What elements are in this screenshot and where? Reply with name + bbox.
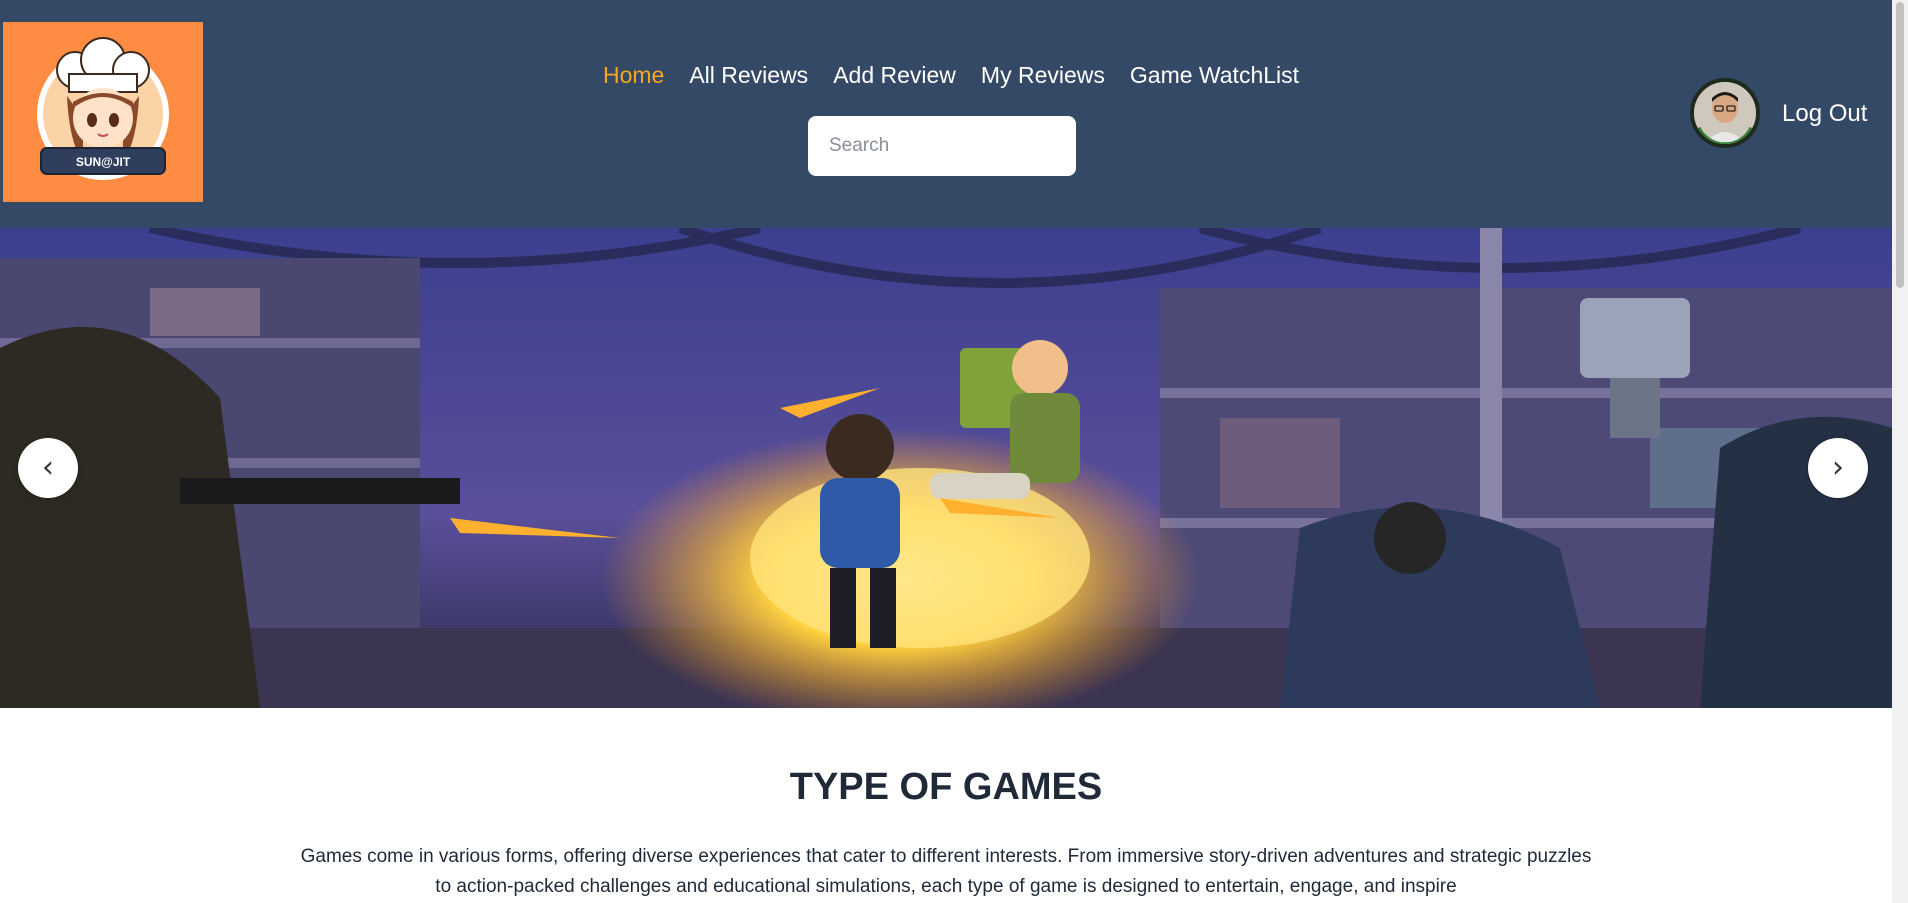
carousel-next-button[interactable]: › <box>1808 438 1868 498</box>
svg-text:SUN@JIT: SUN@JIT <box>76 155 131 169</box>
page-scrollbar[interactable] <box>1892 0 1908 903</box>
site-logo[interactable]: SUN@JIT <box>3 22 203 202</box>
scrollbar-thumb[interactable] <box>1896 2 1904 288</box>
main-nav: Home All Reviews Add Review My Reviews G… <box>0 62 1892 89</box>
nav-home-link[interactable]: Home <box>603 62 664 89</box>
carousel-prev-button[interactable]: ‹ <box>18 438 78 498</box>
site-header: SUN@JIT Home All Reviews Add Review My R… <box>0 0 1892 228</box>
user-avatar[interactable] <box>1690 78 1760 148</box>
nav-my-reviews-link[interactable]: My Reviews <box>981 62 1105 89</box>
logout-button[interactable]: Log Out <box>1782 100 1867 128</box>
search-input[interactable] <box>808 116 1076 176</box>
user-photo-icon <box>1694 82 1756 144</box>
page: SUN@JIT Home All Reviews Add Review My R… <box>0 0 1892 903</box>
chef-mascot-logo-icon: SUN@JIT <box>3 22 203 202</box>
section-description: Games come in various forms, offering di… <box>300 846 1592 897</box>
nav-all-reviews-link[interactable]: All Reviews <box>689 62 808 89</box>
section-title: TYPE OF GAMES <box>789 766 1103 808</box>
nav-game-watchlist-link[interactable]: Game WatchList <box>1130 62 1299 89</box>
nav-add-review-link[interactable]: Add Review <box>833 62 956 89</box>
game-banner-image <box>0 228 1892 708</box>
hero-carousel: ‹ › <box>0 228 1892 708</box>
